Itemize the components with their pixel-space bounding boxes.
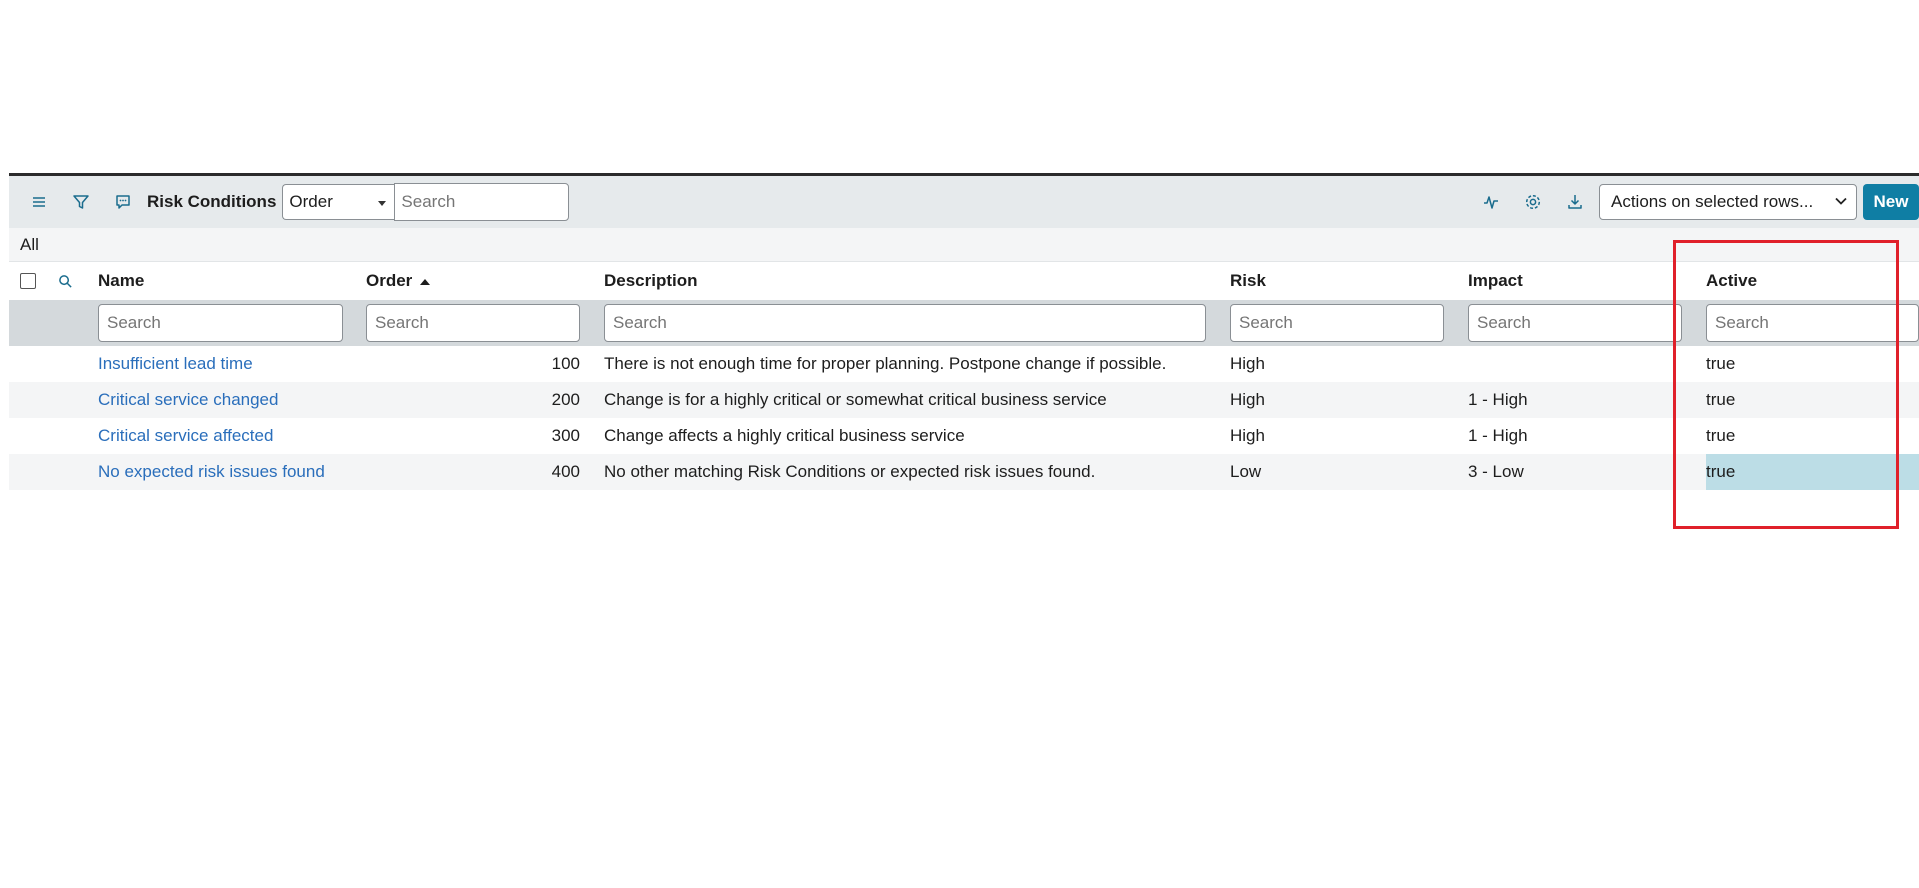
- column-header-order-label: Order: [366, 271, 413, 290]
- caret-down-icon: [378, 201, 387, 206]
- risk-cell: High: [1230, 382, 1468, 418]
- column-header-impact[interactable]: Impact: [1468, 262, 1706, 300]
- breadcrumb[interactable]: All: [9, 228, 1919, 262]
- risk-cell: High: [1230, 426, 1265, 445]
- chevron-down-icon: [1835, 197, 1847, 205]
- list-view: Risk Conditions Order Actions on selecte…: [9, 173, 1919, 490]
- select-all-checkbox[interactable]: [20, 273, 36, 289]
- description-search-input[interactable]: [604, 304, 1206, 342]
- comment-icon[interactable]: [109, 188, 137, 216]
- impact-cell: [1468, 346, 1706, 382]
- risk-cell: Low: [1230, 454, 1468, 490]
- impact-cell: 1 - High: [1468, 426, 1528, 445]
- menu-icon[interactable]: [25, 188, 53, 216]
- list-toolbar: Risk Conditions Order Actions on selecte…: [9, 176, 1919, 228]
- gear-icon[interactable]: [1519, 188, 1547, 216]
- download-icon[interactable]: [1561, 188, 1589, 216]
- list-search-input[interactable]: [394, 183, 570, 221]
- list-title: Risk Conditions: [147, 192, 277, 211]
- search-columns-icon[interactable]: [53, 271, 73, 290]
- column-header-order[interactable]: Order: [366, 262, 604, 300]
- description-cell: Change is for a highly critical or somew…: [604, 382, 1230, 418]
- table-row[interactable]: No expected risk issues found 400 No oth…: [9, 454, 1919, 490]
- search-field-value: Order: [289, 192, 333, 211]
- sort-ascending-icon: [420, 278, 431, 285]
- order-cell: 300: [551, 426, 580, 445]
- order-cell: 400: [366, 454, 604, 490]
- column-header-description[interactable]: Description: [604, 262, 1230, 300]
- table-body: Insufficient lead time 100 There is not …: [9, 346, 1919, 490]
- risk-search-input[interactable]: [1230, 304, 1444, 342]
- records-table: Name Order Description Risk Impact Activ…: [9, 262, 1919, 490]
- column-header-name[interactable]: Name: [98, 262, 366, 300]
- name-search-input[interactable]: [98, 304, 343, 342]
- column-header-risk[interactable]: Risk: [1230, 262, 1468, 300]
- record-link[interactable]: No expected risk issues found: [98, 462, 325, 481]
- risk-cell: High: [1230, 354, 1265, 373]
- description-cell: Change affects a highly critical busines…: [604, 426, 965, 445]
- table-row[interactable]: Insufficient lead time 100 There is not …: [9, 346, 1919, 382]
- column-search-row: [9, 300, 1919, 346]
- order-cell: 100: [551, 354, 580, 373]
- order-search-input[interactable]: [366, 304, 580, 342]
- table-row[interactable]: Critical service affected 300 Change aff…: [9, 418, 1919, 454]
- impact-search-input[interactable]: [1468, 304, 1682, 342]
- order-cell: 200: [366, 382, 604, 418]
- toolbar-right: Actions on selected rows... New: [1477, 176, 1919, 228]
- filter-icon[interactable]: [67, 188, 95, 216]
- activity-icon[interactable]: [1477, 188, 1505, 216]
- record-link[interactable]: Critical service affected: [98, 426, 273, 445]
- actions-select[interactable]: Actions on selected rows...: [1599, 184, 1857, 220]
- annotation-highlight-box: [1673, 240, 1899, 529]
- new-button[interactable]: New: [1863, 184, 1919, 220]
- record-link[interactable]: Insufficient lead time: [98, 354, 253, 373]
- actions-select-value: Actions on selected rows...: [1611, 192, 1814, 211]
- description-cell: No other matching Risk Conditions or exp…: [604, 454, 1230, 490]
- record-link[interactable]: Critical service changed: [98, 390, 278, 409]
- header-row: Name Order Description Risk Impact Activ…: [9, 262, 1919, 300]
- breadcrumb-all[interactable]: All: [20, 235, 39, 255]
- impact-cell: 3 - Low: [1468, 454, 1706, 490]
- search-field-select[interactable]: Order: [282, 184, 395, 220]
- impact-cell: 1 - High: [1468, 382, 1706, 418]
- table-row[interactable]: Critical service changed 200 Change is f…: [9, 382, 1919, 418]
- description-cell: There is not enough time for proper plan…: [604, 354, 1167, 373]
